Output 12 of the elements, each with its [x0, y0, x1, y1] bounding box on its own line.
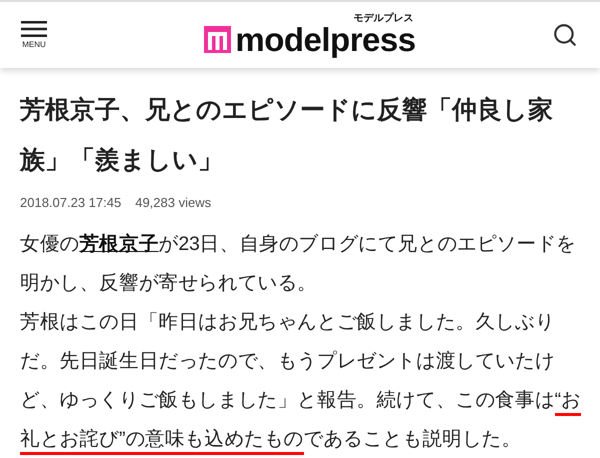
name-link[interactable]: 芳根京子	[79, 232, 159, 254]
logo-wordmark: modelpress	[235, 23, 416, 56]
menu-icon	[21, 21, 47, 37]
search-icon	[552, 22, 578, 48]
publish-date: 2018.07.23 17:45	[20, 194, 122, 212]
article-title: 芳根京子、兄とのエピソードに反響「仲良し家族」「羨ましい」	[20, 95, 554, 176]
body-paragraph: 芳根はこの日「昨日はお兄ちゃんとご飯しました。久しぶりだ。先日誕生日だったので、もうプレゼントは渡していたけど、ゆっくりご飯もしました」と報告。続けて、この食事は“お礼とお詫び”の意味も込めたものであることも説明した。	[20, 302, 586, 458]
logo-icon	[204, 26, 232, 53]
body-paragraph: 女優の芳根京子が23日、自身のブログにて兄とのエピソードを明かし、反響が寄せられている。	[20, 232, 577, 296]
view-count: 49,283 views	[135, 194, 212, 212]
logo-kana: モデルプレス	[354, 14, 414, 24]
menu-button[interactable]: MENU	[20, 21, 48, 49]
